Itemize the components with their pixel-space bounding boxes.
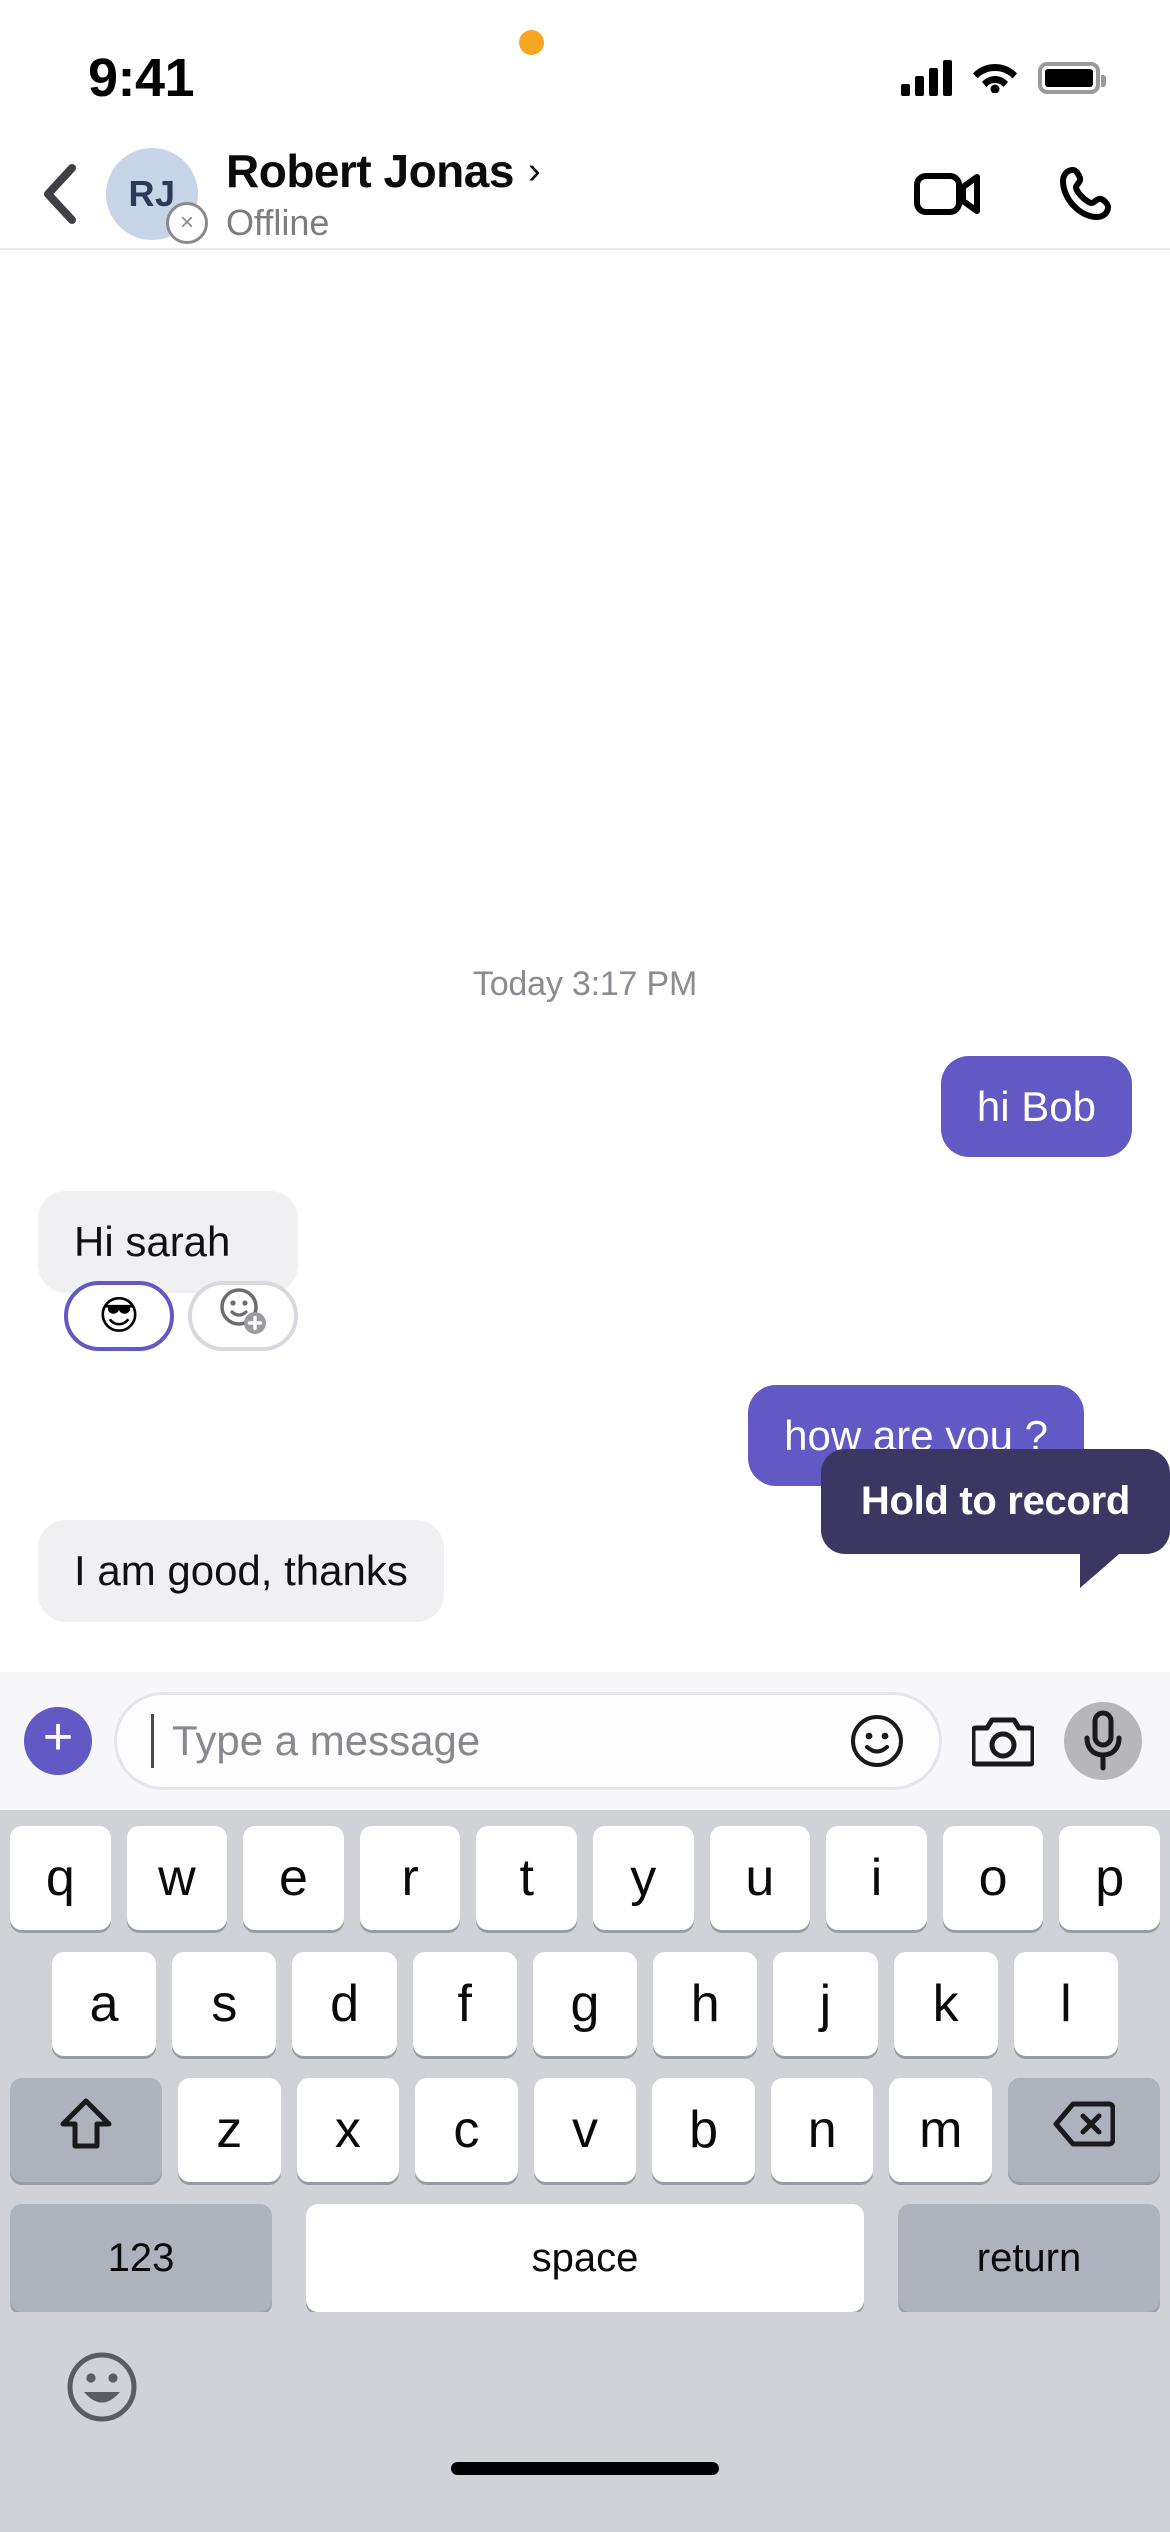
key-f[interactable]: f xyxy=(412,1952,517,2056)
phone-screen: 9:41 RJ × Robert Jonas › Offline Today 3… xyxy=(0,0,1170,2532)
keyboard-footer xyxy=(0,2312,1170,2462)
key-e[interactable]: e xyxy=(243,1826,344,1930)
wifi-icon xyxy=(972,59,1018,98)
message-bubble-incoming[interactable]: Hi sarah xyxy=(38,1191,298,1293)
key-q[interactable]: q xyxy=(10,1826,111,1930)
microphone-button[interactable] xyxy=(1064,1702,1142,1780)
text-caret xyxy=(151,1714,154,1768)
key-x[interactable]: x xyxy=(296,2078,400,2182)
header-actions xyxy=(910,156,1124,232)
key-w[interactable]: w xyxy=(126,1826,228,1930)
message-input-field[interactable]: Type a message xyxy=(114,1692,942,1790)
home-indicator[interactable] xyxy=(451,2462,719,2475)
keyboard-row-1: q w e r t y u i o p xyxy=(0,1826,1170,1930)
status-bar-time: 9:41 xyxy=(88,48,195,108)
key-m[interactable]: m xyxy=(889,2078,993,2182)
message-input-bar: + Type a message xyxy=(0,1672,1170,1810)
key-a[interactable]: a xyxy=(52,1952,157,2056)
message-column: Hi sarah 😎 xyxy=(38,1191,298,1351)
battery-icon xyxy=(1038,62,1106,94)
key-k[interactable]: k xyxy=(893,1952,998,2056)
emoji-face-icon[interactable] xyxy=(60,2345,144,2429)
numbers-key[interactable]: 123 xyxy=(10,2204,272,2312)
camera-button[interactable] xyxy=(964,1702,1042,1780)
voice-call-button[interactable] xyxy=(1048,156,1124,232)
attachment-add-button[interactable]: + xyxy=(24,1707,92,1775)
smiley-icon[interactable] xyxy=(849,1713,905,1769)
message-column: I am good, thanks xyxy=(38,1520,444,1622)
key-h[interactable]: h xyxy=(653,1952,758,2056)
keyboard-row-bottom: 123 space return xyxy=(0,2204,1170,2312)
key-d[interactable]: d xyxy=(292,1952,397,2056)
message-row-outgoing: hi Bob xyxy=(38,1055,1132,1158)
hold-to-record-tooltip: Hold to record xyxy=(820,1449,1170,1588)
key-p[interactable]: p xyxy=(1059,1826,1160,1930)
shift-key[interactable] xyxy=(9,2078,162,2182)
return-key[interactable]: return xyxy=(898,2204,1160,2312)
message-bubble-outgoing[interactable]: hi Bob xyxy=(940,1055,1132,1158)
shift-arrow-icon xyxy=(59,2096,113,2165)
peer-info[interactable]: Robert Jonas › Offline xyxy=(226,144,910,244)
key-v[interactable]: v xyxy=(533,2078,637,2182)
key-u[interactable]: u xyxy=(709,1826,811,1930)
keyboard-row-2: a s d f g h j k l xyxy=(0,1952,1170,2056)
status-bar-indicators xyxy=(901,59,1106,98)
cellular-signal-icon xyxy=(901,60,952,96)
add-reaction-pill[interactable] xyxy=(188,1280,298,1351)
add-reaction-icon xyxy=(217,1285,269,1347)
privacy-indicator-dot xyxy=(519,30,544,55)
backspace-icon xyxy=(1053,2100,1116,2161)
message-bubble-incoming[interactable]: I am good, thanks xyxy=(38,1520,444,1622)
message-list[interactable]: Today 3:17 PM hi Bob Hi sarah 😎 how are … xyxy=(0,250,1170,1672)
virtual-keyboard: q w e r t y u i o p a s d f g h j k l z … xyxy=(0,1810,1170,2532)
reaction-bar: 😎 xyxy=(64,1280,298,1351)
message-row-incoming: Hi sarah 😎 xyxy=(38,1191,1132,1351)
video-call-button[interactable] xyxy=(910,156,986,232)
key-i[interactable]: i xyxy=(826,1826,927,1930)
key-t[interactable]: t xyxy=(476,1826,577,1930)
keyboard-row-3: z x c v b n m xyxy=(0,2078,1170,2182)
key-l[interactable]: l xyxy=(1013,1952,1118,2056)
backspace-key[interactable] xyxy=(1008,2078,1161,2182)
sunglasses-reaction-pill[interactable]: 😎 xyxy=(64,1280,174,1351)
chevron-right-icon: › xyxy=(527,150,541,192)
status-bar: 9:41 xyxy=(0,0,1170,140)
key-c[interactable]: c xyxy=(415,2078,518,2182)
sunglasses-emoji-icon: 😎 xyxy=(98,1293,140,1338)
conversation-header: RJ × Robert Jonas › Offline xyxy=(0,140,1170,250)
avatar[interactable]: RJ × xyxy=(106,148,208,244)
back-button[interactable] xyxy=(24,158,96,230)
presence-badge-offline: × xyxy=(166,202,208,244)
peer-name: Robert Jonas xyxy=(226,145,514,197)
key-j[interactable]: j xyxy=(773,1952,878,2056)
key-o[interactable]: o xyxy=(942,1826,1044,1930)
message-input-placeholder: Type a message xyxy=(172,1717,481,1764)
key-y[interactable]: y xyxy=(593,1826,694,1930)
message-column: hi Bob xyxy=(940,1055,1132,1158)
key-g[interactable]: g xyxy=(532,1952,638,2056)
key-r[interactable]: r xyxy=(359,1826,461,1930)
day-divider-timestamp: Today 3:17 PM xyxy=(472,964,698,1003)
key-s[interactable]: s xyxy=(172,1952,277,2056)
peer-status: Offline xyxy=(226,202,330,243)
space-key[interactable]: space xyxy=(306,2204,864,2312)
peer-name-row: Robert Jonas › xyxy=(226,144,910,198)
key-z[interactable]: z xyxy=(177,2078,281,2182)
key-b[interactable]: b xyxy=(652,2078,755,2182)
key-n[interactable]: n xyxy=(770,2078,874,2182)
home-indicator-area xyxy=(0,2462,1170,2532)
